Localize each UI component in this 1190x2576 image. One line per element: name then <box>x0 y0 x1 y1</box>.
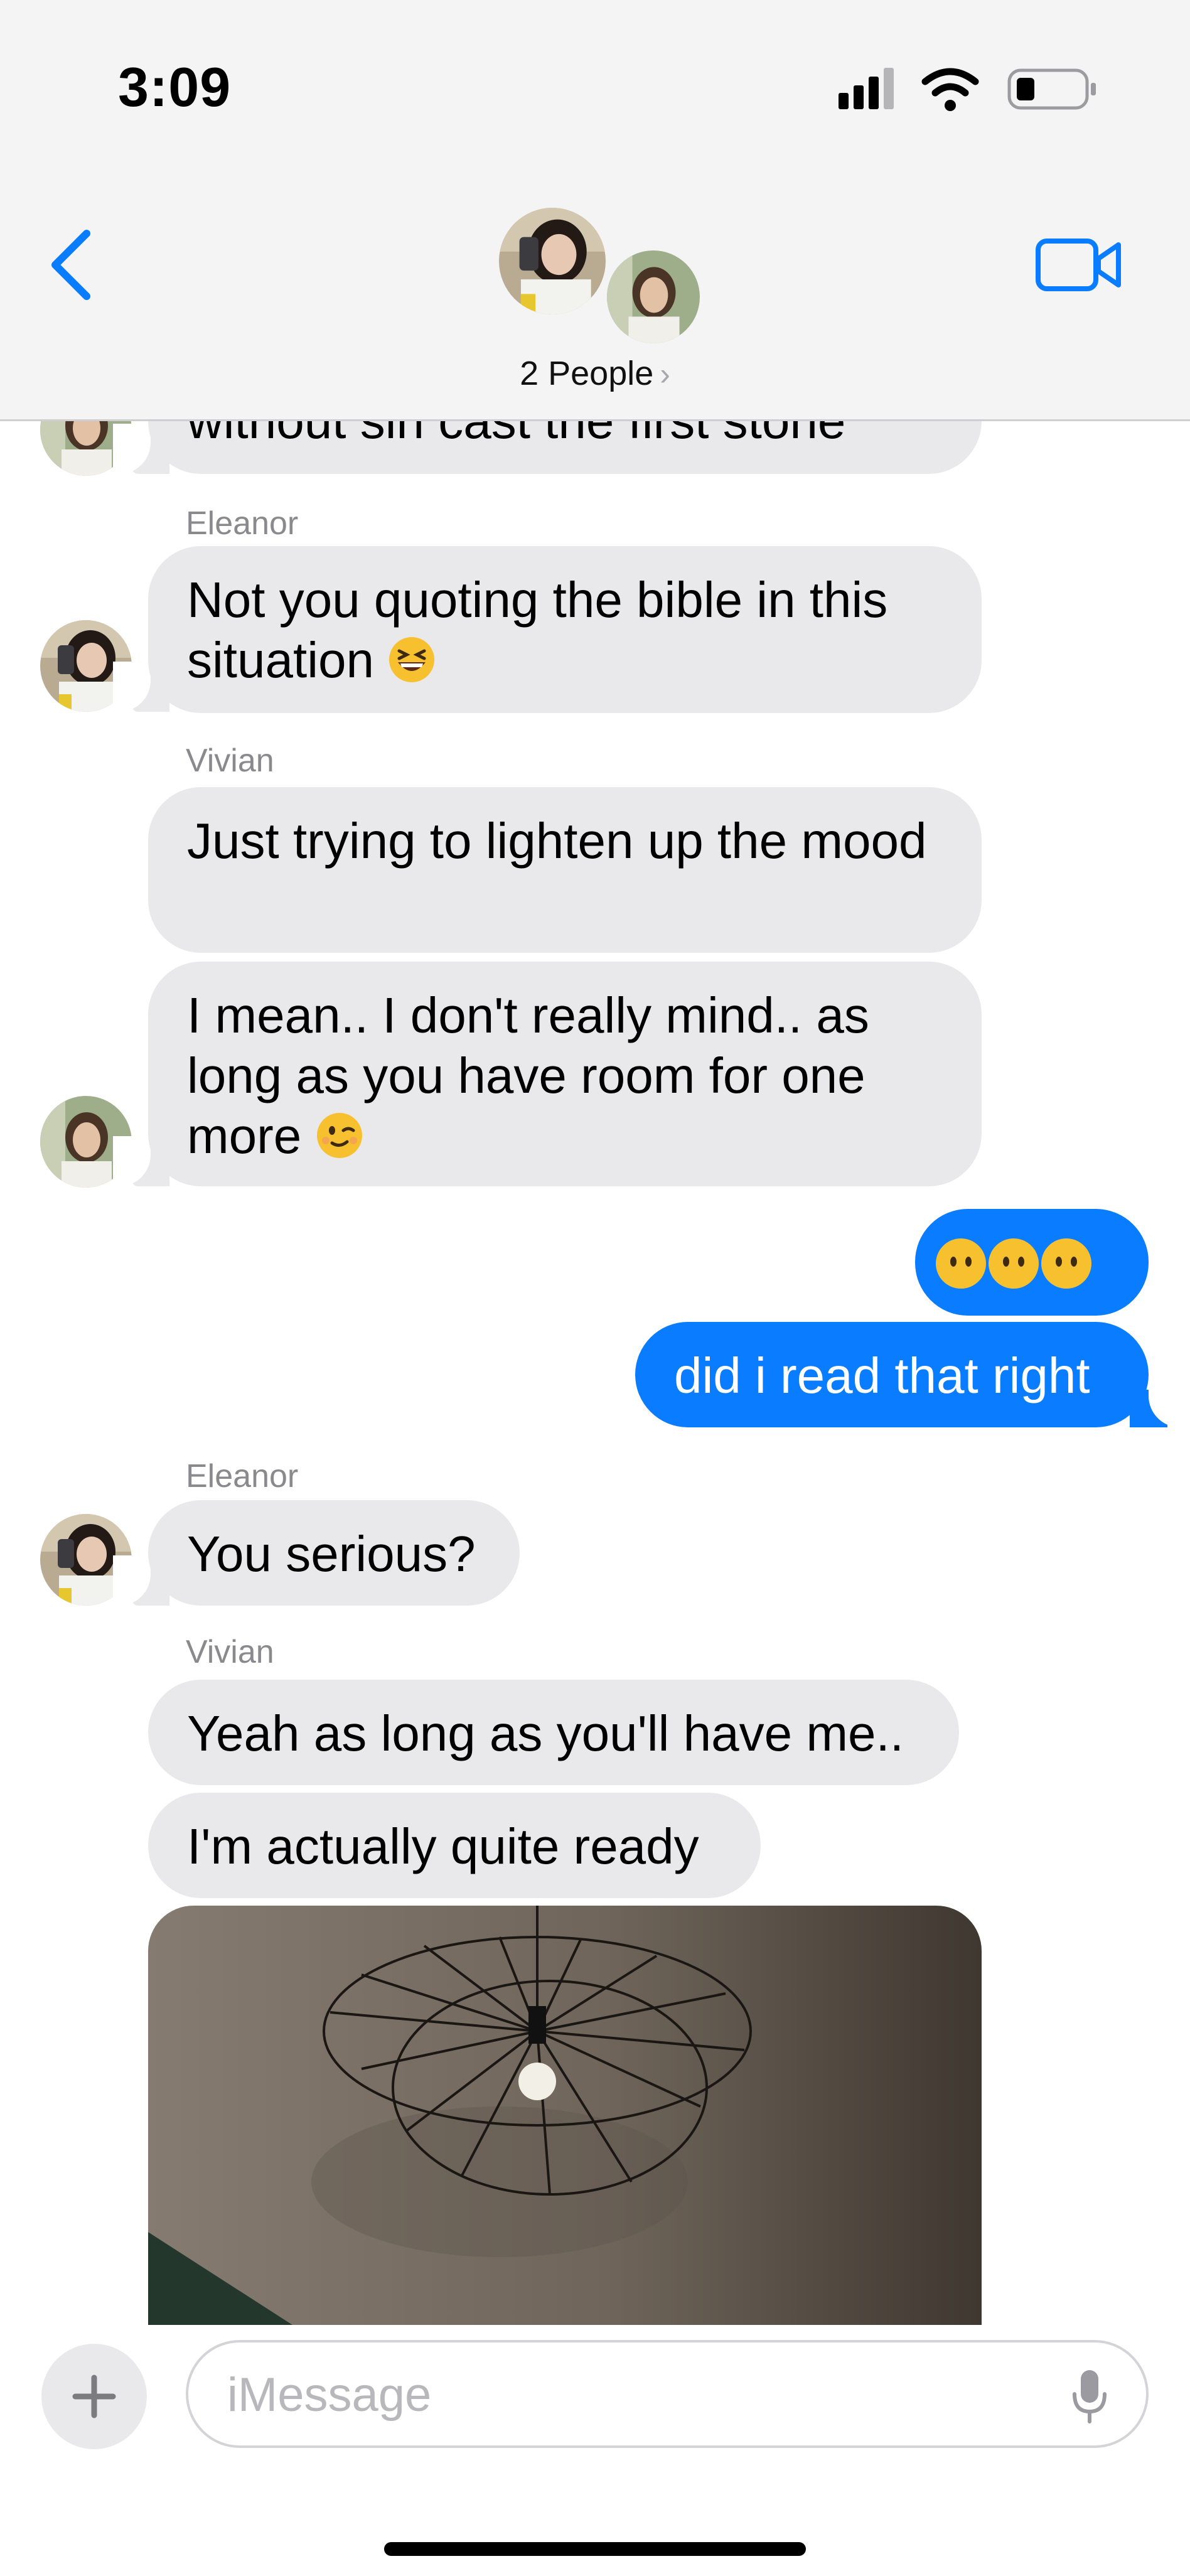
compose-bar: iMessage <box>0 2325 1190 2576</box>
wifi-icon <box>921 68 979 111</box>
message-bubble-outgoing[interactable]: did i read that right <box>635 1322 1149 1427</box>
microphone-icon[interactable] <box>1071 2368 1108 2425</box>
message-bubble[interactable]: I'm actually quite ready <box>148 1793 761 1898</box>
conversation-header: 3:09 2 People › <box>0 0 1190 421</box>
sender-name: Vivian <box>186 1634 274 1670</box>
message-text-line: more <box>187 1108 302 1164</box>
sender-name: Eleanor <box>186 505 299 542</box>
status-icons <box>839 63 1102 113</box>
photo-attachment[interactable] <box>148 1906 982 2325</box>
message-bubble[interactable]: You serious? <box>148 1500 520 1606</box>
status-time: 3:09 <box>118 56 232 118</box>
signal-icon <box>839 68 894 109</box>
message-text: Just trying to lighten up the mood <box>187 813 927 869</box>
people-count-label: 2 People <box>520 355 654 392</box>
message-text-line: long as you have room for one <box>187 1048 866 1103</box>
message-bubble-outgoing[interactable] <box>915 1209 1149 1316</box>
battery-icon <box>1007 68 1096 110</box>
winking-face-emoji-icon <box>316 1113 362 1158</box>
message-bubble[interactable]: I mean.. I don't really mind.. as long a… <box>148 962 982 1186</box>
conversation-members-button[interactable]: 2 People › <box>0 354 1190 393</box>
messages-screen: without sin cast the first stone Eleanor… <box>0 0 1190 2576</box>
add-attachment-button[interactable] <box>41 2344 147 2449</box>
chevron-left-icon[interactable] <box>48 227 98 303</box>
message-text: You serious? <box>187 1526 476 1582</box>
sender-name: Eleanor <box>186 1458 299 1495</box>
group-avatars[interactable] <box>496 205 703 346</box>
message-text-line: I mean.. I don't really mind.. as <box>187 987 869 1043</box>
video-camera-icon[interactable] <box>1036 237 1122 292</box>
message-text: Not you quoting the bible in this situat… <box>187 572 888 688</box>
message-bubble[interactable]: Yeah as long as you'll have me.. <box>148 1680 959 1785</box>
home-indicator[interactable] <box>384 2542 806 2556</box>
imessage-input[interactable]: iMessage <box>186 2340 1149 2448</box>
plus-icon <box>72 2375 116 2418</box>
message-bubble[interactable]: Just trying to lighten up the mood <box>148 787 982 953</box>
avatar-vivian <box>604 247 703 346</box>
message-text: Yeah as long as you'll have me.. <box>187 1705 904 1761</box>
chevron-right-icon: › <box>660 357 670 392</box>
avatar-eleanor <box>496 205 609 318</box>
sender-name: Vivian <box>186 743 274 779</box>
message-text: did i read that right <box>674 1348 1090 1403</box>
face-without-mouth-emoji-icon <box>936 1238 1091 1289</box>
grinning-squinting-emoji-icon <box>389 637 435 682</box>
input-placeholder: iMessage <box>227 2368 432 2422</box>
message-text: I'm actually quite ready <box>187 1818 699 1874</box>
message-bubble[interactable]: Not you quoting the bible in this situat… <box>148 546 982 713</box>
pendant-lamp-photo <box>148 1906 982 2325</box>
